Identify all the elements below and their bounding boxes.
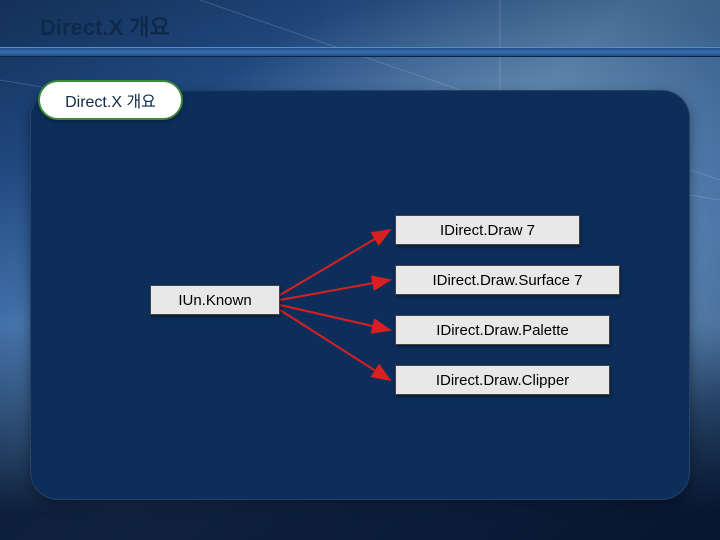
subtitle-text: Direct.X 개요 <box>65 88 156 112</box>
node-idirectdrawclipper: IDirect.Draw.Clipper <box>395 365 610 395</box>
title-underline <box>0 47 720 57</box>
subtitle-pill: Direct.X 개요 <box>38 80 183 120</box>
node-idirectdrawsurface7: IDirect.Draw.Surface 7 <box>395 265 620 295</box>
node-idirectdraw7: IDirect.Draw 7 <box>395 215 580 245</box>
node-label: IDirect.Draw.Palette <box>436 322 569 339</box>
node-label: IDirect.Draw 7 <box>440 222 535 239</box>
node-label: IUn.Known <box>178 292 251 309</box>
node-label: IDirect.Draw.Surface 7 <box>432 272 582 289</box>
title-bar: Direct.X 개요 <box>30 5 700 45</box>
slide-title: Direct.X 개요 <box>30 5 700 47</box>
node-idirectdrawpalette: IDirect.Draw.Palette <box>395 315 610 345</box>
node-iunknown: IUn.Known <box>150 285 280 315</box>
node-label: IDirect.Draw.Clipper <box>436 372 569 389</box>
content-panel <box>30 90 690 500</box>
